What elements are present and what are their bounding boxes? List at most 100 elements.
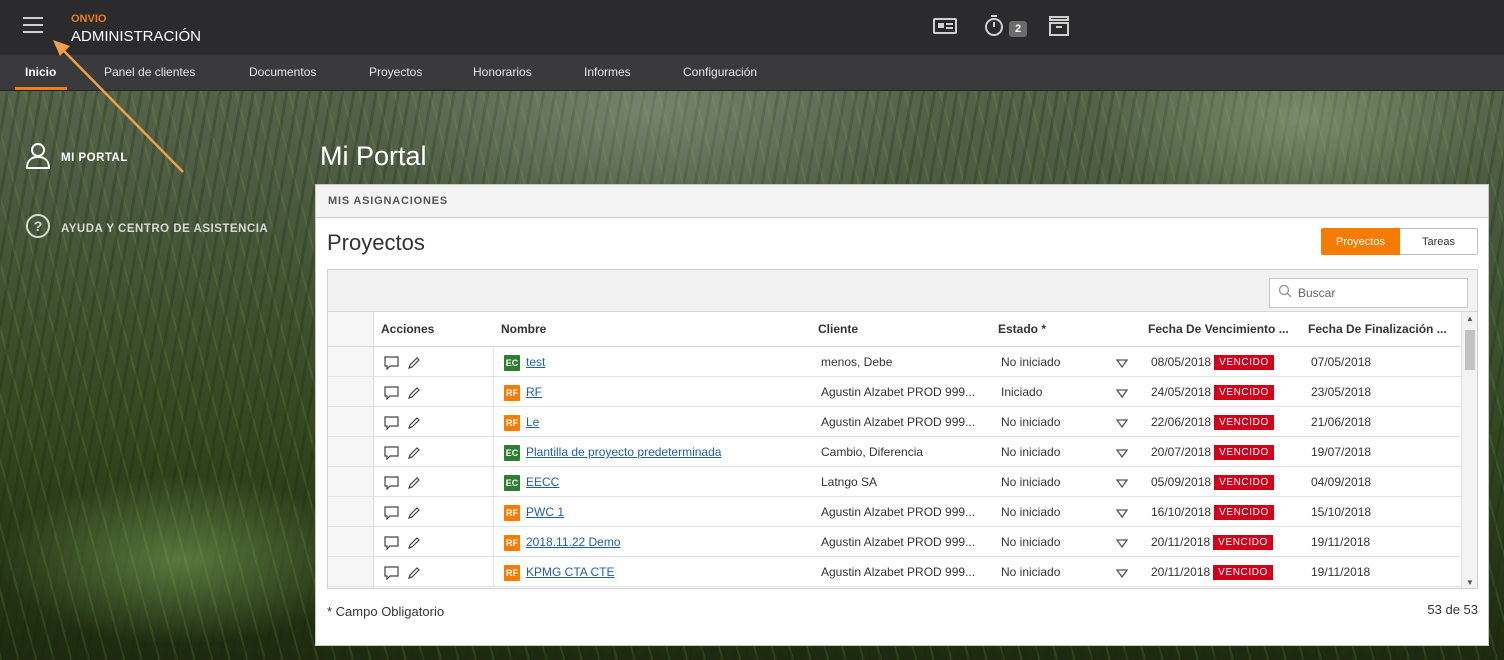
table-row[interactable]: RF KPMG CTA CTE Agustin Alzabet PROD 999.… (328, 557, 1461, 587)
edit-pencil-icon[interactable] (407, 416, 421, 433)
status-dropdown-icon[interactable] (1115, 357, 1129, 371)
col-acciones[interactable]: Acciones (381, 312, 434, 347)
nav-honorarios[interactable]: Honorarios (473, 55, 532, 90)
project-type-badge: RF (504, 384, 520, 401)
column-divider (493, 437, 494, 466)
project-name-link[interactable]: EECC (526, 475, 559, 489)
scroll-thumb[interactable] (1465, 330, 1475, 370)
overdue-badge: VENCIDO (1213, 565, 1273, 581)
client-cell: menos, Debe (821, 355, 893, 369)
timer-icon[interactable] (983, 14, 1007, 43)
project-type-badge: RF (504, 534, 520, 551)
comment-icon[interactable] (384, 446, 399, 463)
edit-pencil-icon[interactable] (407, 356, 421, 373)
toggle-proyectos[interactable]: Proyectos (1321, 228, 1400, 255)
row-actions (384, 356, 421, 373)
table-row[interactable]: EC test menos, Debe No iniciado 08/05/201… (328, 347, 1461, 377)
client-cell: Agustin Alzabet PROD 999... (821, 415, 976, 429)
table-row[interactable]: RF PWC 1 Agustin Alzabet PROD 999... No i… (328, 497, 1461, 527)
col-cliente[interactable]: Cliente (818, 312, 858, 347)
column-divider (493, 527, 494, 556)
projects-grid: Acciones Nombre Cliente Estado * Fecha D… (327, 269, 1478, 589)
status-dropdown-icon[interactable] (1115, 447, 1129, 461)
panel-header: MIS ASIGNACIONES (316, 185, 1488, 218)
edit-pencil-icon[interactable] (407, 536, 421, 553)
vertical-scrollbar[interactable]: ▲ ▼ (1461, 312, 1477, 588)
edit-pencil-icon[interactable] (407, 476, 421, 493)
end-date-cell: 19/07/2018 (1311, 445, 1372, 459)
client-cell: Cambio, Diferencia (821, 445, 924, 459)
status-cell: No iniciado (1001, 415, 1061, 429)
client-cell: Agustin Alzabet PROD 999... (821, 535, 976, 549)
comment-icon[interactable] (384, 356, 399, 373)
row-actions (384, 416, 421, 433)
search-box (1269, 278, 1468, 308)
comment-icon[interactable] (384, 536, 399, 553)
status-cell: Iniciado (1001, 385, 1043, 399)
table-row[interactable]: RF RF Agustin Alzabet PROD 999... Iniciad… (328, 377, 1461, 407)
status-dropdown-icon[interactable] (1115, 477, 1129, 491)
status-dropdown-icon[interactable] (1115, 507, 1129, 521)
table-row[interactable]: EC EECC Latngo SA No iniciado 05/09/2018 V… (328, 467, 1461, 497)
table-row[interactable]: RF Le Agustin Alzabet PROD 999... No inic… (328, 407, 1461, 437)
comment-icon[interactable] (384, 386, 399, 403)
edit-pencil-icon[interactable] (407, 386, 421, 403)
scroll-up-icon[interactable]: ▲ (1466, 314, 1474, 323)
contact-card-icon[interactable] (932, 16, 958, 41)
status-dropdown-icon[interactable] (1115, 537, 1129, 551)
assignments-panel: MIS ASIGNACIONES Proyectos Proyectos Tar… (315, 184, 1489, 646)
toggle-tareas[interactable]: Tareas (1400, 228, 1478, 255)
due-date-cell: 24/05/2018 VENCIDO (1151, 377, 1274, 407)
sidebar-item-mi-portal[interactable]: MI PORTAL (25, 142, 128, 174)
status-dropdown-icon[interactable] (1115, 567, 1129, 581)
due-date-value: 20/11/2018 (1151, 565, 1211, 579)
end-date-cell: 15/10/2018 (1311, 505, 1372, 519)
comment-icon[interactable] (384, 476, 399, 493)
status-dropdown-icon[interactable] (1115, 387, 1129, 401)
project-name-link[interactable]: 2018.11.22 Demo (526, 535, 621, 549)
view-toggle: Proyectos Tareas (1321, 228, 1478, 255)
project-name-link[interactable]: RF (526, 385, 542, 399)
scroll-down-icon[interactable]: ▼ (1466, 578, 1474, 587)
nav-documentos[interactable]: Documentos (249, 55, 316, 90)
client-cell: Agustin Alzabet PROD 999... (821, 565, 976, 579)
comment-icon[interactable] (384, 506, 399, 523)
end-date-cell: 21/06/2018 (1311, 415, 1372, 429)
table-row[interactable]: EC Plantilla de proyecto predeterminada C… (328, 437, 1461, 467)
col-nombre[interactable]: Nombre (501, 312, 546, 347)
nav-inicio[interactable]: Inicio (14, 55, 68, 90)
nav-proyectos[interactable]: Proyectos (369, 55, 422, 90)
due-date-cell: 05/09/2018 VENCIDO (1151, 467, 1274, 497)
grid-toolbar (328, 270, 1477, 312)
col-fecha-vencimiento[interactable]: Fecha De Vencimiento ... (1148, 312, 1289, 347)
project-name-link[interactable]: PWC 1 (526, 505, 564, 519)
menu-icon[interactable] (23, 17, 43, 35)
project-name-link[interactable]: KPMG CTA CTE (526, 565, 614, 579)
table-row[interactable]: RF 2018.11.22 Demo Agustin Alzabet PROD 9… (328, 527, 1461, 557)
edit-pencil-icon[interactable] (407, 566, 421, 583)
edit-pencil-icon[interactable] (407, 506, 421, 523)
name-cell: RF KPMG CTA CTE (504, 557, 614, 587)
search-input[interactable] (1298, 286, 1458, 300)
nav-configuracion[interactable]: Configuración (683, 55, 757, 90)
comment-icon[interactable] (384, 416, 399, 433)
sidebar-item-ayuda[interactable]: ? AYUDA Y CENTRO DE ASISTENCIA (25, 213, 268, 244)
name-cell: EC test (504, 347, 545, 377)
search-icon (1278, 284, 1292, 303)
project-name-link[interactable]: Plantilla de proyecto predeterminada (526, 445, 721, 459)
project-name-link[interactable]: Le (526, 415, 539, 429)
col-estado[interactable]: Estado * (998, 312, 1046, 347)
col-fecha-finalizacion[interactable]: Fecha De Finalización ... (1308, 312, 1447, 347)
status-dropdown-icon[interactable] (1115, 417, 1129, 431)
required-field-note: * Campo Obligatorio (327, 604, 445, 619)
project-name-link[interactable]: test (526, 355, 545, 369)
comment-icon[interactable] (384, 566, 399, 583)
nav-panel-de-clientes[interactable]: Panel de clientes (104, 55, 195, 90)
edit-pencil-icon[interactable] (407, 446, 421, 463)
status-cell: No iniciado (1001, 535, 1061, 549)
nav-informes[interactable]: Informes (584, 55, 631, 90)
archive-icon[interactable] (1047, 14, 1071, 43)
status-cell: No iniciado (1001, 565, 1061, 579)
project-type-badge: EC (504, 354, 520, 371)
project-type-badge: EC (504, 444, 520, 461)
